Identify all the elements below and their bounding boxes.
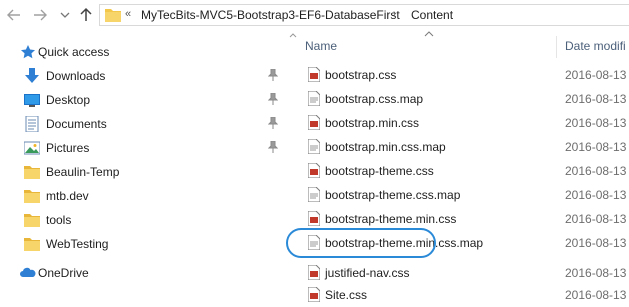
file-row[interactable]: bootstrap.css.map 2016-08-13 9 — [298, 87, 629, 111]
file-row[interactable]: justified-nav.css 2016-08-13 1 — [298, 261, 629, 285]
folder-icon — [24, 238, 40, 251]
chevron-down-icon — [60, 12, 70, 18]
css-file-icon — [308, 287, 320, 302]
pictures-icon — [24, 141, 40, 155]
desktop-icon — [24, 94, 40, 107]
star-icon — [21, 45, 35, 59]
folder-icon — [24, 190, 40, 203]
forward-button[interactable] — [30, 4, 50, 26]
file-name: bootstrap-theme.css.map — [325, 188, 461, 202]
sidebar-item-downloads[interactable]: Downloads — [0, 64, 288, 88]
file-row[interactable]: bootstrap.css 2016-08-13 9 — [298, 63, 629, 87]
file-name: bootstrap-theme.css — [325, 164, 434, 178]
address-bar[interactable]: « MyTecBits-MVC5-Bootstrap3-EF6-Database… — [99, 4, 629, 26]
download-arrow-icon — [25, 68, 39, 83]
file-name: bootstrap.min.css — [325, 116, 420, 130]
sidebar-label: tools — [46, 213, 72, 227]
cloud-icon — [20, 267, 36, 277]
file-row[interactable]: bootstrap-theme.css 2016-08-13 9 — [298, 159, 629, 183]
pin-icon[interactable] — [268, 117, 278, 129]
column-divider[interactable] — [556, 36, 557, 58]
sidebar-item-beaulin-temp[interactable]: Beaulin-Temp — [0, 160, 288, 184]
file-date: 2016-08-13 9 — [565, 140, 629, 154]
file-name: Site.css — [325, 288, 368, 302]
sidebar-label: mtb.dev — [46, 189, 89, 203]
file-row[interactable]: bootstrap.min.css.map 2016-08-13 9 — [298, 135, 629, 159]
sidebar-label-quick-access: Quick access — [38, 45, 110, 59]
file-date: 2016-08-13 9 — [565, 116, 629, 130]
pin-icon[interactable] — [268, 93, 278, 105]
map-file-icon — [308, 91, 320, 106]
scroll-up-icon[interactable] — [288, 30, 298, 40]
file-date: 2016-08-13 1 — [565, 266, 629, 280]
sidebar-label: Pictures — [46, 141, 90, 155]
arrow-up-icon — [80, 7, 92, 21]
map-file-icon — [308, 139, 320, 154]
column-header-name[interactable]: Name — [305, 39, 337, 53]
file-date: 2016-08-13 9 — [565, 236, 629, 250]
column-header-date-modified[interactable]: Date modifi — [565, 39, 626, 53]
folder-icon — [24, 166, 40, 179]
navigation-pane: Quick access Downloads Desktop Documents — [0, 30, 288, 280]
breadcrumb-separator[interactable]: › — [393, 8, 396, 19]
pin-icon[interactable] — [268, 141, 278, 153]
file-row[interactable]: bootstrap-theme.css.map 2016-08-13 9 — [298, 183, 629, 207]
file-date: 2016-08-13 9 — [565, 288, 629, 302]
sidebar-item-desktop[interactable]: Desktop — [0, 88, 288, 112]
sidebar-label: OneDrive — [38, 266, 89, 280]
sort-ascending-icon — [424, 30, 434, 40]
arrow-left-icon — [7, 9, 20, 21]
sidebar-label: Desktop — [46, 93, 91, 107]
navigation-bar: « MyTecBits-MVC5-Bootstrap3-EF6-Database… — [0, 0, 629, 30]
sidebar-label: Downloads — [46, 69, 106, 83]
pin-icon[interactable] — [268, 69, 278, 81]
back-button[interactable] — [4, 4, 24, 26]
sidebar-label: Beaulin-Temp — [46, 165, 120, 179]
css-file-icon — [308, 211, 320, 226]
sidebar-item-quick-access[interactable]: Quick access — [0, 40, 288, 64]
css-file-icon — [308, 115, 320, 130]
recent-locations-button[interactable] — [58, 4, 72, 26]
breadcrumb-content[interactable]: Content — [411, 8, 453, 22]
overflow-chevron[interactable]: « — [125, 8, 131, 20]
sidebar-item-onedrive[interactable]: OneDrive — [0, 261, 288, 285]
css-file-icon — [308, 163, 320, 178]
sidebar-item-mtb-dev[interactable]: mtb.dev — [0, 184, 288, 208]
file-row[interactable]: bootstrap.min.css 2016-08-13 9 — [298, 111, 629, 135]
file-date: 2016-08-13 9 — [565, 212, 629, 226]
file-name: bootstrap.css — [325, 68, 397, 82]
highlight-annotation — [286, 228, 436, 258]
sidebar-item-pictures[interactable]: Pictures — [0, 136, 288, 160]
map-file-icon — [308, 187, 320, 202]
file-name: justified-nav.css — [325, 266, 410, 280]
file-date: 2016-08-13 9 — [565, 68, 629, 82]
file-row[interactable]: Site.css 2016-08-13 9 — [298, 283, 629, 307]
breadcrumb-project[interactable]: MyTecBits-MVC5-Bootstrap3-EF6-DatabaseFi… — [141, 8, 400, 22]
sidebar-label: Documents — [46, 117, 107, 131]
sidebar-label: WebTesting — [46, 237, 109, 251]
file-date: 2016-08-13 9 — [565, 164, 629, 178]
file-date: 2016-08-13 9 — [565, 92, 629, 106]
sidebar-item-webtesting[interactable]: WebTesting — [0, 232, 288, 256]
css-file-icon — [308, 67, 320, 82]
file-date: 2016-08-13 9 — [565, 188, 629, 202]
arrow-right-icon — [34, 9, 47, 21]
folder-icon — [24, 214, 40, 227]
file-name: bootstrap-theme.min.css — [325, 212, 457, 226]
up-button[interactable] — [76, 4, 96, 26]
sidebar-item-tools[interactable]: tools — [0, 208, 288, 232]
file-name: bootstrap.css.map — [325, 92, 424, 106]
folder-icon — [105, 9, 121, 22]
documents-icon — [25, 116, 39, 132]
file-name: bootstrap.min.css.map — [325, 140, 446, 154]
sidebar-item-documents[interactable]: Documents — [0, 112, 288, 136]
